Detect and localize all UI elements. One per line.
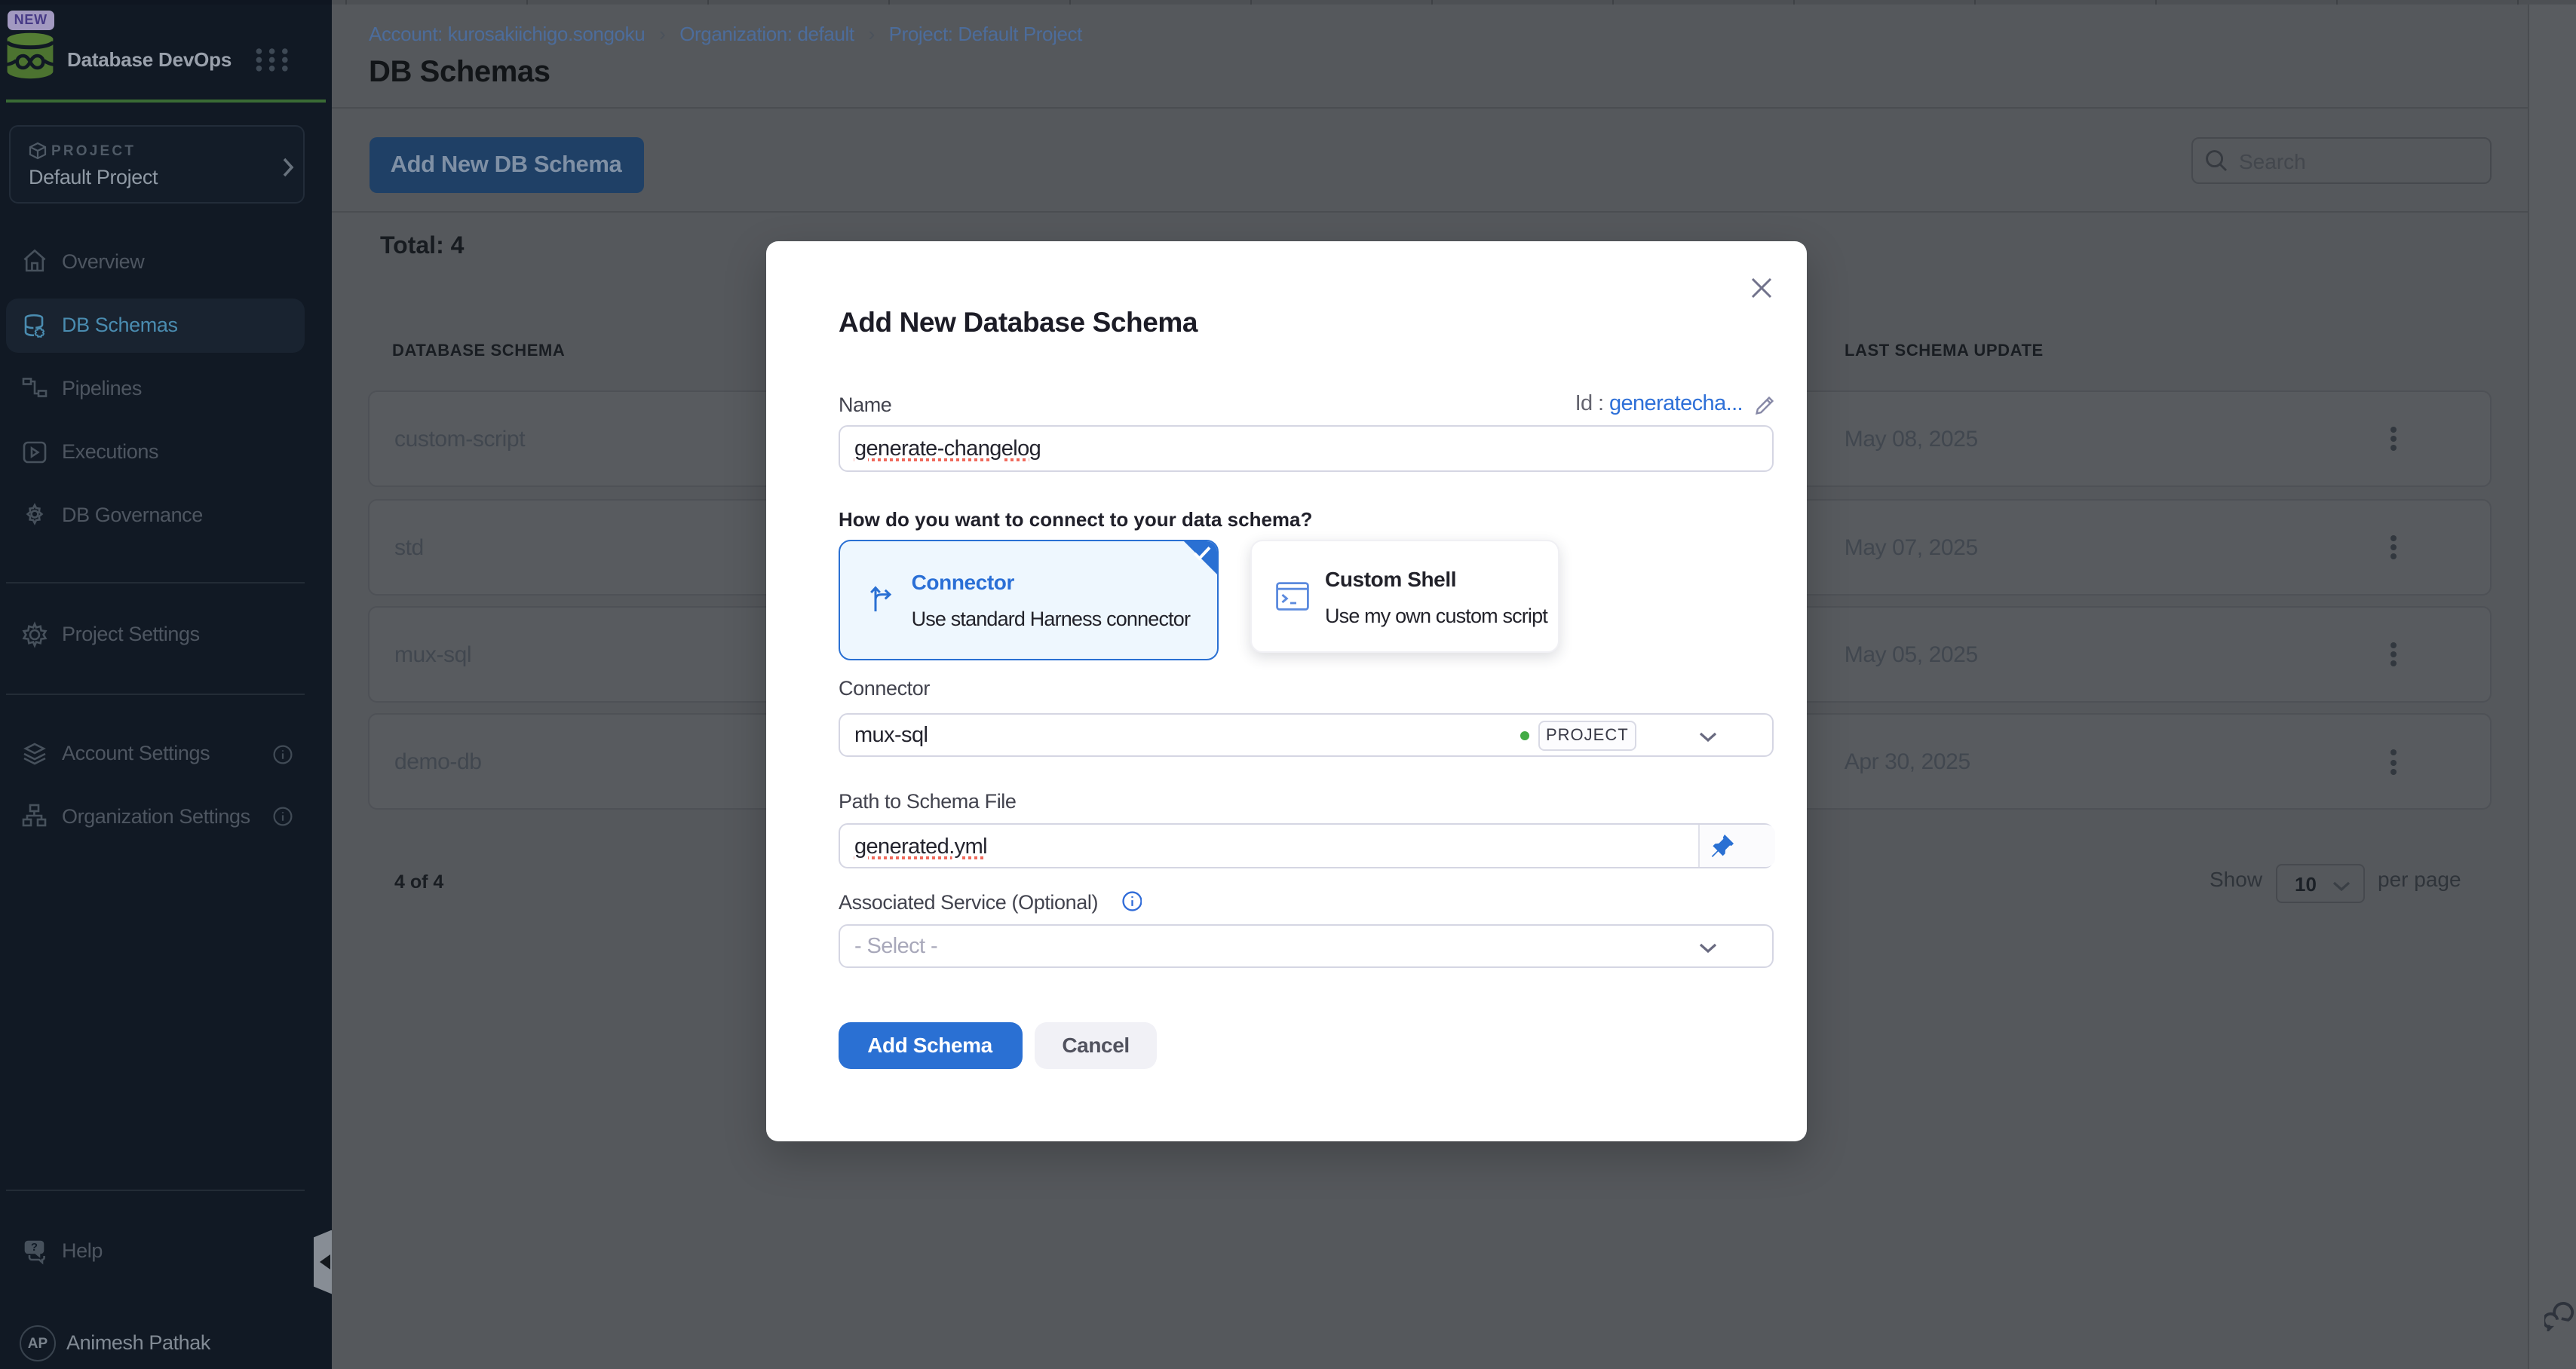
svg-text:?: ? <box>31 1240 38 1253</box>
